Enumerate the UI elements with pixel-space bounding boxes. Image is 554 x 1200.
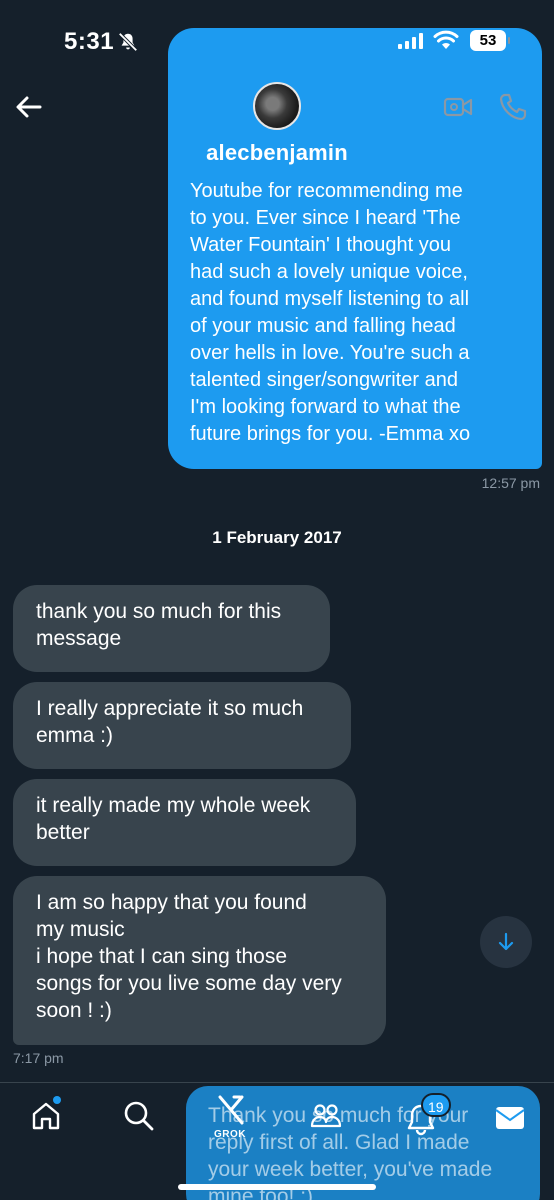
received-message-line: message bbox=[36, 627, 122, 650]
received-message-line: I really appreciate it so much bbox=[36, 697, 304, 720]
arrow-down-icon bbox=[498, 932, 514, 951]
sent-message-line: talented singer/songwriter and bbox=[190, 369, 458, 391]
received-message-line: I am so happy that you found bbox=[36, 891, 307, 914]
received-message-bubble[interactable]: I really appreciate it so much emma :) bbox=[13, 682, 351, 769]
battery-indicator: 53 bbox=[470, 30, 510, 51]
sent-message-line: of your music and falling head bbox=[190, 315, 456, 337]
messages-icon[interactable] bbox=[493, 1101, 527, 1135]
cellular-signal-icon bbox=[398, 33, 423, 49]
sent-message-line: Youtube for recommending me bbox=[190, 180, 463, 202]
received-message-line: songs for you live some day very bbox=[36, 972, 342, 995]
video-call-icon[interactable] bbox=[443, 94, 473, 120]
notifications-badge: 19 bbox=[421, 1093, 451, 1117]
back-arrow-icon[interactable] bbox=[14, 92, 44, 122]
received-message-line: it really made my whole week bbox=[36, 794, 311, 817]
received-message-line: my music bbox=[36, 918, 125, 941]
sent-message-line: and found myself listening to all bbox=[190, 288, 470, 310]
received-message-time: 7:17 pm bbox=[13, 1050, 64, 1066]
search-icon[interactable] bbox=[122, 1099, 156, 1133]
phone-call-icon[interactable] bbox=[498, 92, 528, 122]
received-message-line: better bbox=[36, 821, 90, 844]
sent-message-line: over hells in love. You're such a bbox=[190, 342, 470, 364]
received-message-bubble[interactable]: it really made my whole week better bbox=[13, 779, 356, 866]
received-message-bubble[interactable]: I am so happy that you found my music i ho… bbox=[13, 876, 386, 1045]
grok-icon[interactable] bbox=[214, 1093, 248, 1127]
scroll-to-bottom-button[interactable] bbox=[480, 916, 532, 968]
received-message-line: emma :) bbox=[36, 724, 114, 747]
home-indicator[interactable] bbox=[178, 1184, 376, 1190]
received-message-bubble[interactable]: thank you so much for this message bbox=[13, 585, 330, 672]
communities-icon[interactable] bbox=[309, 1099, 343, 1133]
status-time: 5:31 bbox=[64, 28, 115, 55]
sent-message-text: Youtube for recommending me to you. Ever … bbox=[190, 178, 522, 448]
composer-draft-line: Thank you so much for your bbox=[208, 1104, 469, 1127]
sent-message-line: I'm looking forward to what the bbox=[190, 396, 461, 418]
received-message-line: thank you so much for this bbox=[36, 600, 282, 623]
composer-draft-line: reply first of all. Glad I made bbox=[208, 1131, 470, 1154]
status-bar: 5:31 53 bbox=[0, 0, 554, 80]
received-message-line: i hope that I can sing those bbox=[36, 945, 288, 968]
date-separator: 1 February 2017 bbox=[212, 528, 342, 547]
sent-message-time: 12:57 pm bbox=[481, 475, 540, 491]
sent-message-line: Water Fountain' I thought you bbox=[190, 234, 452, 256]
avatar[interactable] bbox=[253, 82, 301, 130]
composer-draft-line: your week better, you've made bbox=[208, 1158, 493, 1181]
grok-label: GROK bbox=[214, 1129, 246, 1140]
sent-message-line: had such a lovely unique voice, bbox=[190, 261, 468, 283]
home-unread-dot bbox=[53, 1096, 61, 1104]
wifi-icon bbox=[433, 30, 459, 49]
bell-muted-icon bbox=[118, 32, 138, 52]
sent-message-line: future brings for you. -Emma xo bbox=[190, 423, 471, 445]
home-icon[interactable] bbox=[29, 1099, 63, 1133]
sent-message-line: to you. Ever since I heard 'The bbox=[190, 207, 461, 229]
received-message-line: soon ! :) bbox=[36, 999, 112, 1022]
conversation-username[interactable]: alecbenjamin bbox=[0, 140, 554, 166]
